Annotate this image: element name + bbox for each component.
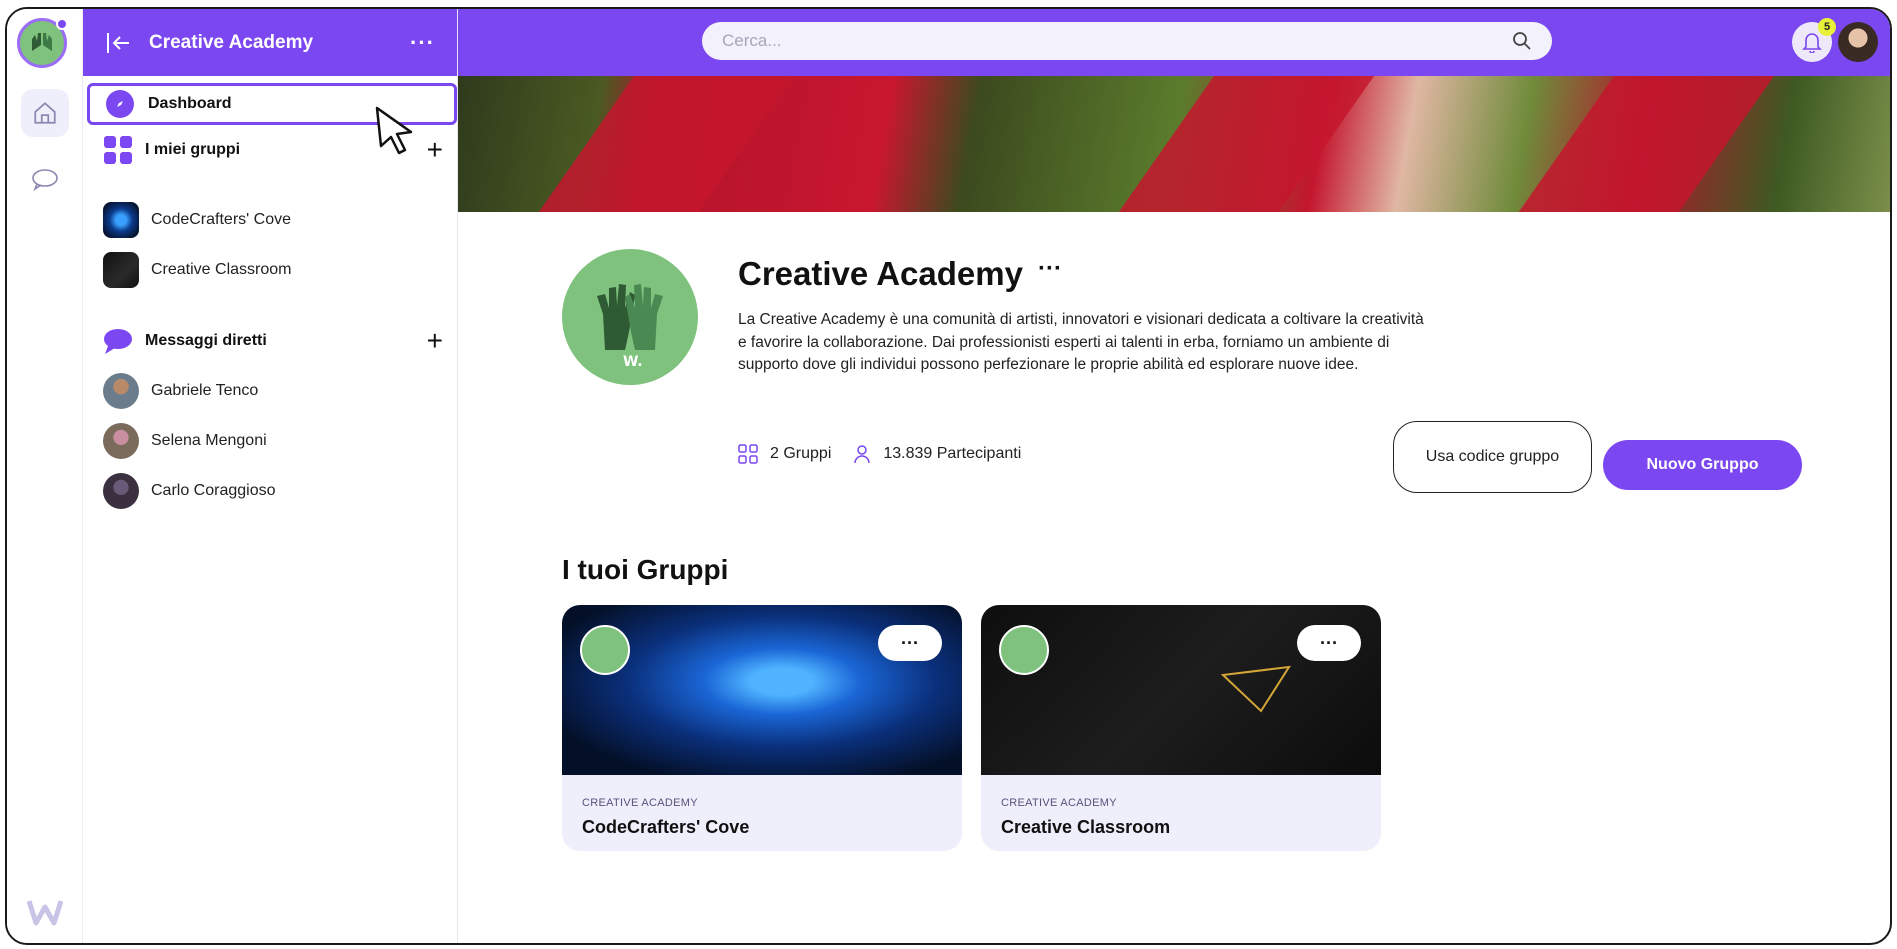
group-cover: ··· <box>562 605 962 775</box>
hands-logo-icon: W. <box>597 284 663 370</box>
group-org: CREATIVE ACADEMY <box>1001 797 1117 809</box>
add-group-button[interactable]: + <box>427 136 443 164</box>
community-stats: 2 Gruppi 13.839 Partecipanti <box>738 444 1043 464</box>
chat-bubble-icon <box>32 169 58 192</box>
group-card-creative-classroom[interactable]: ··· CREATIVE ACADEMY Creative Classroom … <box>981 605 1381 851</box>
contact-name: Carlo Coraggioso <box>151 482 276 499</box>
group-name: Creative Classroom <box>1001 817 1171 837</box>
icon-rail <box>7 9 83 943</box>
search-icon[interactable] <box>1512 31 1532 51</box>
home-icon <box>34 102 56 124</box>
sidebar-item-label: Dashboard <box>148 95 232 112</box>
messages-section-label: Messaggi diretti <box>145 332 267 349</box>
group-cover: ··· <box>981 605 1381 775</box>
compass-icon <box>106 90 134 118</box>
sidebar-item-label: Creative Classroom <box>151 261 292 278</box>
search-bar <box>702 22 1552 60</box>
contact-selena[interactable]: Selena Mengoni <box>103 423 267 459</box>
app-window: Creative Academy ··· Dashboard I miei gr… <box>5 7 1892 945</box>
grid-icon <box>104 136 132 164</box>
sidebar-header: Creative Academy ··· <box>83 9 457 76</box>
avatar <box>103 373 139 409</box>
bell-icon <box>1802 33 1822 53</box>
group-logo <box>999 625 1049 675</box>
home-button[interactable] <box>21 89 69 137</box>
contact-carlo[interactable]: Carlo Coraggioso <box>103 473 276 509</box>
participants-stat: 13.839 Partecipanti <box>853 444 1021 464</box>
person-icon <box>854 445 871 464</box>
group-thumbnail <box>103 252 139 288</box>
community-more-button[interactable]: ··· <box>1038 255 1062 283</box>
groups-section-header: I miei gruppi + <box>103 135 443 165</box>
community-banner <box>458 76 1890 212</box>
main-content: W. Creative Academy ··· La Creative Acad… <box>458 212 1890 943</box>
groups-heading: I tuoi Gruppi <box>562 554 729 585</box>
message-bubble-icon <box>104 329 132 354</box>
avatar <box>103 473 139 509</box>
svg-text:W.: W. <box>623 354 643 370</box>
chat-button[interactable] <box>21 155 69 203</box>
participants-count: 13.839 Partecipanti <box>883 445 1022 462</box>
community-description: La Creative Academy è una comunità di ar… <box>738 311 1424 373</box>
notifications-button[interactable]: 5 <box>1792 18 1836 62</box>
search-input[interactable] <box>722 31 1512 51</box>
card-more-button[interactable]: ··· <box>1297 625 1361 661</box>
grid-outline-icon <box>738 444 758 464</box>
sidebar-item-label: CodeCrafters' Cove <box>151 211 291 228</box>
sidebar-item-codecrafters[interactable]: CodeCrafters' Cove <box>103 202 291 238</box>
top-bar: 5 <box>458 9 1890 76</box>
groups-stat: 2 Gruppi <box>738 444 831 464</box>
contact-name: Gabriele Tenco <box>151 382 259 399</box>
notification-badge: 5 <box>1818 18 1836 36</box>
sidebar-item-creative-classroom[interactable]: Creative Classroom <box>103 252 291 288</box>
status-dot <box>56 18 68 30</box>
sidebar-title: Creative Academy <box>149 31 314 53</box>
groups-count: 2 Gruppi <box>770 445 832 462</box>
contact-gabriele[interactable]: Gabriele Tenco <box>103 373 258 409</box>
add-message-button[interactable]: + <box>427 327 443 355</box>
group-logo <box>580 625 630 675</box>
community-avatar[interactable] <box>17 18 68 68</box>
new-group-button[interactable]: Nuovo Gruppo <box>1603 440 1802 490</box>
group-thumbnail <box>103 202 139 238</box>
page-title: Creative Academy <box>738 255 1023 292</box>
groups-section-label: I miei gruppi <box>145 141 241 158</box>
community-logo: W. <box>562 249 698 385</box>
user-avatar[interactable] <box>1838 22 1878 62</box>
sidebar-more-button[interactable]: ··· <box>410 30 435 56</box>
contact-name: Selena Mengoni <box>151 432 267 449</box>
card-more-button[interactable]: ··· <box>878 625 942 661</box>
use-group-code-button[interactable]: Usa codice gruppo <box>1393 421 1592 493</box>
w-logo-icon[interactable] <box>27 897 63 927</box>
paper-plane-icon <box>1221 665 1291 713</box>
avatar <box>103 423 139 459</box>
group-name: CodeCrafters' Cove <box>582 817 750 837</box>
sidebar: Creative Academy ··· Dashboard I miei gr… <box>83 9 458 943</box>
group-card-codecrafters[interactable]: ··· CREATIVE ACADEMY CodeCrafters' Cove … <box>562 605 962 851</box>
group-org: CREATIVE ACADEMY <box>582 797 698 809</box>
collapse-sidebar-icon[interactable] <box>105 31 133 55</box>
messages-section-header: Messaggi diretti + <box>103 327 443 355</box>
